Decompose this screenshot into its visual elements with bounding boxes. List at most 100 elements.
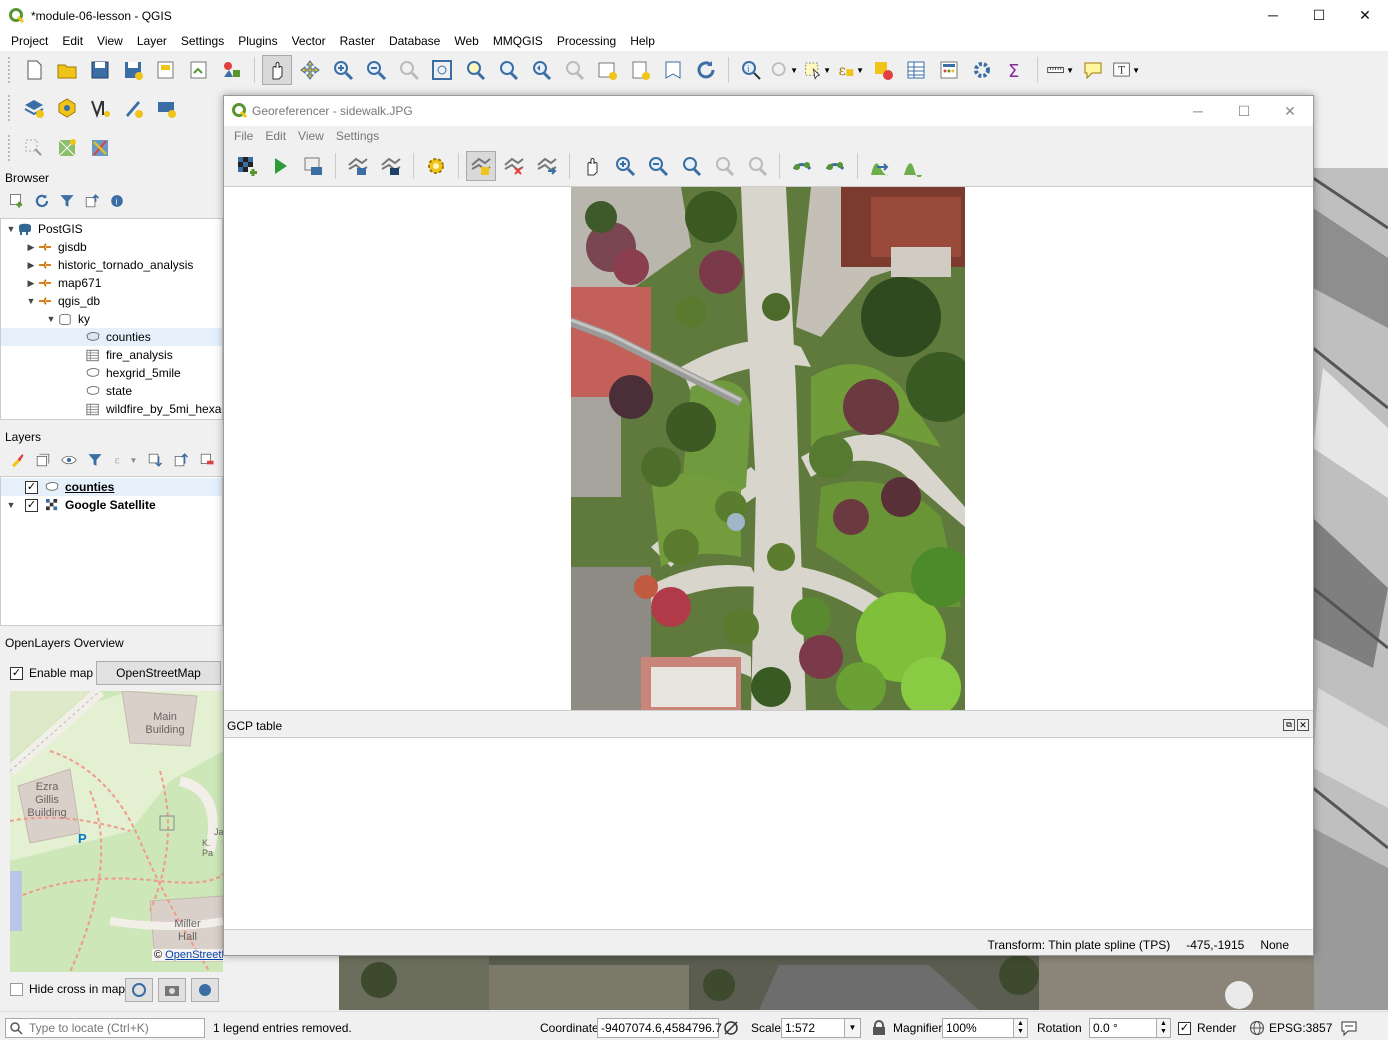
menu-help[interactable]: Help: [623, 34, 662, 48]
menu-vector[interactable]: Vector: [285, 34, 333, 48]
save-as-icon[interactable]: [118, 55, 148, 85]
collapse-arrow-icon[interactable]: ▼: [5, 500, 17, 510]
magnifier-field[interactable]: 100%: [942, 1018, 1014, 1038]
messages-icon[interactable]: [1340, 1017, 1358, 1039]
tree-item-postgis[interactable]: ▼ PostGIS: [5, 220, 83, 238]
new-map-view-icon[interactable]: [592, 55, 622, 85]
manage-visibility-icon[interactable]: [58, 449, 80, 471]
tree-item-wildfire[interactable]: wildfire_by_5mi_hexag: [85, 400, 222, 418]
rotation-spinner[interactable]: ▲ ▼: [1157, 1018, 1171, 1038]
zoom-native-icon[interactable]: [394, 55, 424, 85]
select-features-icon[interactable]: ▼: [802, 55, 832, 85]
toolbar-grip[interactable]: [8, 95, 12, 121]
expand-arrow-icon[interactable]: ▶: [25, 278, 37, 289]
collapse-arrow-icon[interactable]: ▼: [45, 314, 57, 324]
satellite-map-canvas[interactable]: [1313, 168, 1388, 1010]
load-gcp-points-icon[interactable]: [343, 151, 373, 181]
pan-map-icon[interactable]: [262, 55, 292, 85]
expand-arrow-icon[interactable]: ▶: [25, 260, 37, 271]
new-project-icon[interactable]: [19, 55, 49, 85]
delete-point-icon[interactable]: [499, 151, 529, 181]
new-shapefile-icon[interactable]: [85, 93, 115, 123]
georeferencer-plugin-icon[interactable]: [52, 133, 82, 163]
expand-arrow-icon[interactable]: ▶: [25, 242, 37, 253]
filter-legend-icon[interactable]: [84, 449, 106, 471]
remove-layer-icon[interactable]: [196, 449, 218, 471]
geo-menu-file[interactable]: File: [228, 129, 259, 143]
start-georeferencing-icon[interactable]: [265, 151, 295, 181]
filter-by-expression-icon[interactable]: ε ▼: [110, 449, 140, 471]
geo-zoom-in-icon[interactable]: [610, 151, 640, 181]
add-postgis-layer-icon[interactable]: [52, 93, 82, 123]
scale-dropdown-icon[interactable]: ▼: [845, 1018, 861, 1038]
geo-zoom-next-icon[interactable]: [742, 151, 772, 181]
save-image-button[interactable]: [158, 978, 186, 1002]
tree-item-map671[interactable]: ▶ map671: [25, 274, 102, 292]
deselect-all-icon[interactable]: [868, 55, 898, 85]
menu-plugins[interactable]: Plugins: [231, 34, 284, 48]
geo-zoom-to-layer-icon[interactable]: [676, 151, 706, 181]
toolbar-grip[interactable]: [8, 135, 12, 161]
zoom-in-icon[interactable]: [328, 55, 358, 85]
geo-close-button[interactable]: ✕: [1267, 96, 1313, 126]
georeferencer-canvas[interactable]: [224, 186, 1313, 711]
geo-pan-icon[interactable]: [577, 151, 607, 181]
coordinate-field[interactable]: -9407074.6,4584796.7: [597, 1018, 722, 1038]
open-raster-icon[interactable]: [232, 151, 262, 181]
menu-edit[interactable]: Edit: [55, 34, 90, 48]
text-annotation-icon[interactable]: T ▼: [1111, 55, 1141, 85]
menu-mmqgis[interactable]: MMQGIS: [486, 34, 550, 48]
add-point-icon[interactable]: [466, 151, 496, 181]
close-button[interactable]: ✕: [1342, 0, 1388, 30]
link-qgis-to-georef-icon[interactable]: [820, 151, 850, 181]
close-dock-icon[interactable]: ✕: [1297, 719, 1309, 731]
geo-menu-edit[interactable]: Edit: [259, 129, 292, 143]
menu-settings[interactable]: Settings: [174, 34, 231, 48]
collapse-all-icon[interactable]: [81, 190, 103, 212]
openstreetmap-button[interactable]: OpenStreetMap: [96, 661, 221, 685]
tree-item-gisdb[interactable]: ▶ gisdb: [25, 238, 87, 256]
open-project-icon[interactable]: [52, 55, 82, 85]
map-tips-icon[interactable]: [1078, 55, 1108, 85]
collapse-arrow-icon[interactable]: ▼: [5, 224, 17, 234]
properties-info-icon[interactable]: i: [106, 190, 128, 212]
hide-cross-checkbox[interactable]: [10, 982, 23, 996]
processing-toolbox-icon[interactable]: [967, 55, 997, 85]
new-bookmark-icon[interactable]: [625, 55, 655, 85]
run-feature-action-icon[interactable]: ▼: [769, 55, 799, 85]
enable-map-checkbox[interactable]: ✓: [10, 666, 23, 680]
refresh-overview-button[interactable]: [125, 978, 153, 1002]
layer-item-google-satellite[interactable]: ▼ ✓ Google Satellite: [5, 496, 156, 514]
tree-item-qgis-db[interactable]: ▼ qgis_db: [25, 292, 101, 310]
toggle-extents-icon[interactable]: [722, 1017, 740, 1039]
pan-to-selection-icon[interactable]: [295, 55, 325, 85]
rotation-field[interactable]: 0.0 °: [1089, 1018, 1157, 1038]
maximize-button[interactable]: ☐: [1296, 0, 1342, 30]
geo-maximize-button[interactable]: ☐: [1221, 96, 1267, 126]
zoom-to-selection-icon[interactable]: [460, 55, 490, 85]
save-project-icon[interactable]: [85, 55, 115, 85]
help-overview-button[interactable]: [191, 978, 219, 1002]
refresh-icon[interactable]: [691, 55, 721, 85]
zoom-to-layer-icon[interactable]: [493, 55, 523, 85]
overview-map[interactable]: Main Building Ezra Gillis Building Miller Ha…: [10, 691, 223, 972]
tree-item-fire-analysis[interactable]: fire_analysis: [85, 346, 173, 364]
geo-menu-settings[interactable]: Settings: [330, 129, 385, 143]
menu-view[interactable]: View: [90, 34, 130, 48]
attribute-table-icon[interactable]: [901, 55, 931, 85]
menu-database[interactable]: Database: [382, 34, 447, 48]
style-manager-icon[interactable]: [217, 55, 247, 85]
select-tool-icon[interactable]: [19, 133, 49, 163]
move-gcp-point-icon[interactable]: [532, 151, 562, 181]
minimize-button[interactable]: ─: [1250, 0, 1296, 30]
zoom-last-icon[interactable]: [526, 55, 556, 85]
menu-processing[interactable]: Processing: [550, 34, 623, 48]
lock-scale-icon[interactable]: [872, 1017, 886, 1039]
show-bookmarks-icon[interactable]: [658, 55, 688, 85]
field-calculator-icon[interactable]: [934, 55, 964, 85]
satellite-map-canvas-bottom[interactable]: [339, 955, 1314, 1010]
scale-field[interactable]: 1:572: [781, 1018, 845, 1038]
geo-minimize-button[interactable]: ─: [1175, 96, 1221, 126]
save-gcp-points-icon[interactable]: [376, 151, 406, 181]
filter-browser-icon[interactable]: [56, 190, 78, 212]
